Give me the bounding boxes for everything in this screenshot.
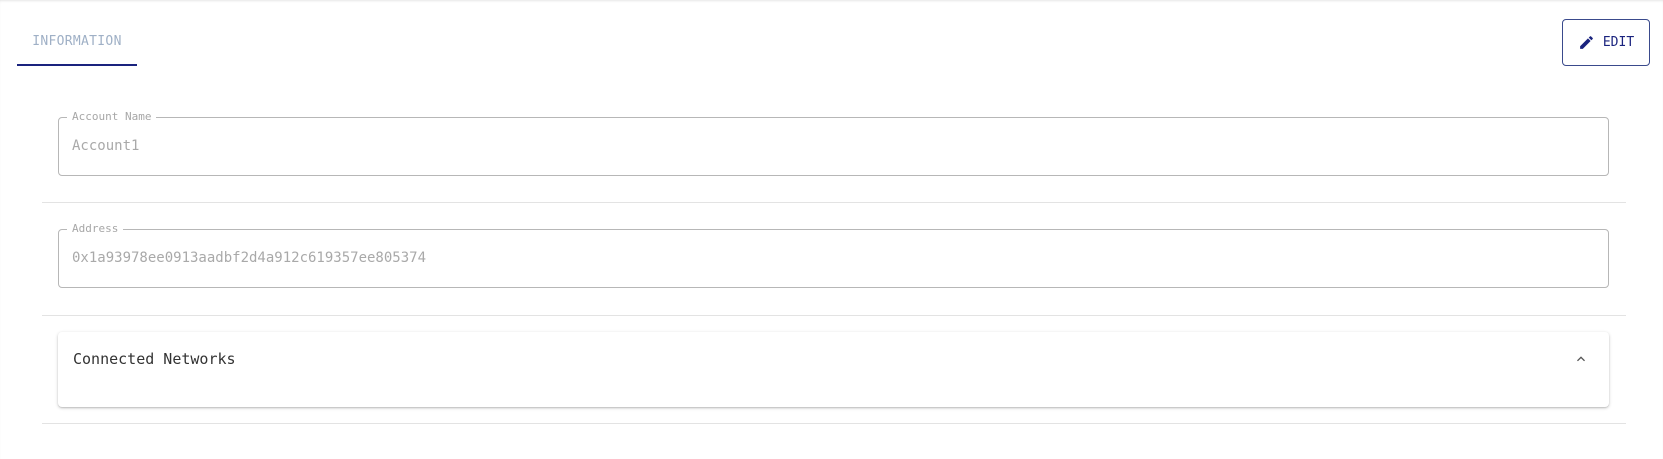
tab-information[interactable]: INFORMATION xyxy=(17,18,137,66)
edit-button[interactable]: EDIT xyxy=(1562,19,1650,66)
address-field[interactable]: Address 0x1a93978ee0913aadbf2d4a912c6193… xyxy=(58,222,1609,288)
chevron-up-icon[interactable] xyxy=(1573,351,1589,367)
edit-button-label: EDIT xyxy=(1602,35,1635,50)
connected-networks-accordion[interactable]: Connected Networks xyxy=(58,332,1609,407)
address-value: 0x1a93978ee0913aadbf2d4a912c619357ee8053… xyxy=(72,250,427,266)
account-name-label: Account Name xyxy=(67,110,157,124)
divider xyxy=(42,315,1626,316)
connected-networks-title: Connected Networks xyxy=(73,350,236,368)
tab-information-label: INFORMATION xyxy=(32,33,122,49)
pencil-icon xyxy=(1578,34,1595,51)
account-name-value: Account1 xyxy=(72,138,140,154)
account-name-field[interactable]: Account Name Account1 xyxy=(58,110,1609,176)
address-label: Address xyxy=(67,222,124,236)
divider xyxy=(42,423,1626,424)
account-details-panel: INFORMATION EDIT Account Name Account1 A… xyxy=(0,0,1663,459)
divider xyxy=(42,202,1626,203)
